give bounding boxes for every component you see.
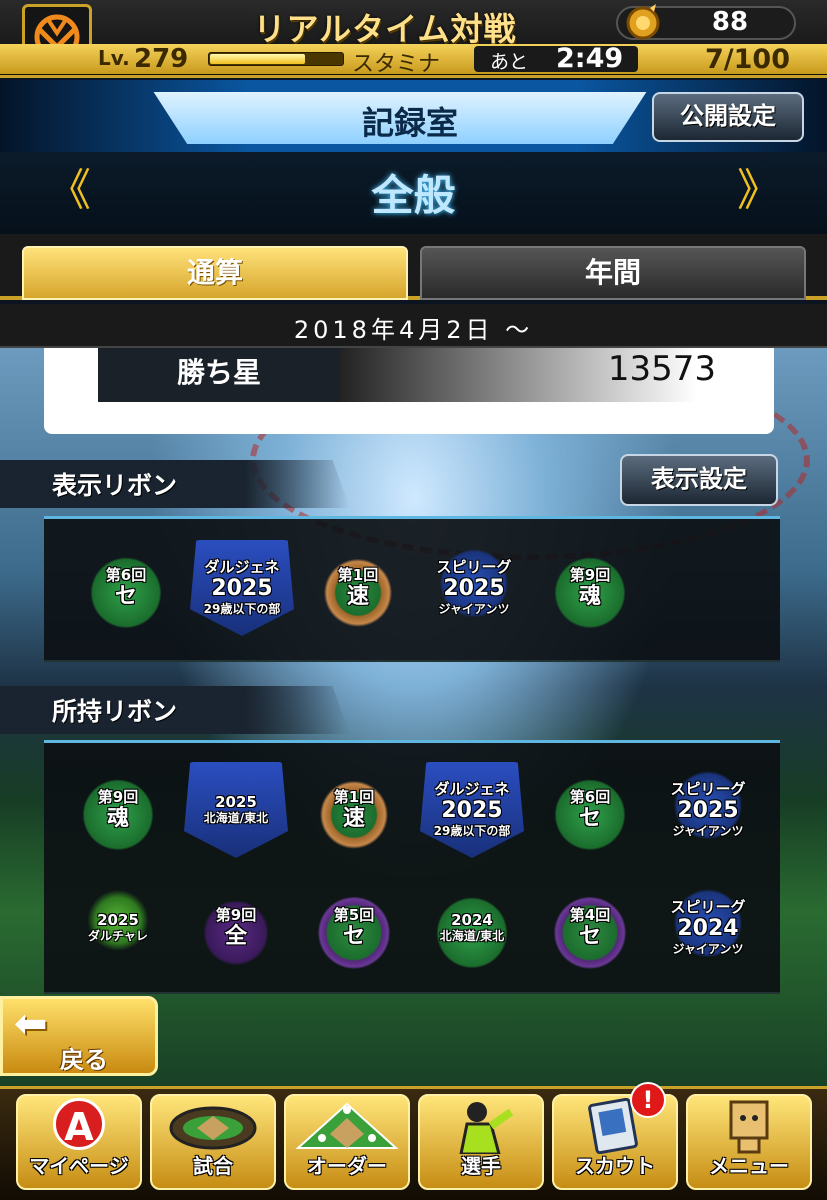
ribbon-text-l2: 魂 [106, 805, 129, 831]
ribbon-text-l2: 2025 [443, 576, 505, 601]
mypage-a-badge: A [53, 1098, 105, 1150]
ribbon-text-l2: 全 [224, 923, 247, 949]
ribbon-text-l1: 2025 [97, 911, 139, 929]
ribbon-badge[interactable]: スピリーグ 2024 ジャイアンツ [656, 880, 760, 976]
ribbon-text-l2: セ [578, 923, 601, 949]
nav-game-label: 試合 [193, 1154, 233, 1178]
wins-value: 13573 [607, 349, 716, 389]
category-prev-icon[interactable]: 《 [44, 166, 94, 218]
ribbon-badge[interactable]: 第1回速 [306, 540, 410, 636]
stamina-count: 7/100 [704, 44, 790, 75]
ribbon-text-l1: 2025 [215, 793, 257, 811]
owned-ribbons-title: 所持リボン [52, 697, 178, 726]
ribbon-text-l3: 北海道/東北 [439, 929, 505, 943]
ribbon-text-l1: 第9回 [97, 787, 139, 806]
ribbon-text-l2: 魂 [578, 583, 601, 609]
wins-label: 勝ち星 [176, 356, 261, 389]
tab-total[interactable]: 通算 [22, 246, 408, 300]
stadium-icon [150, 1098, 276, 1154]
stamina-fill [210, 54, 305, 64]
ribbon-text-l1: スピリーグ [670, 780, 746, 798]
ribbon-text-l1: 第1回 [333, 787, 375, 806]
back-label: 戻る [60, 1046, 108, 1074]
level-label: Lv. [98, 46, 130, 70]
ribbon-text-l3: 29歳以下の部 [203, 602, 281, 616]
ribbon-text-l3: ジャイアンツ [672, 942, 744, 956]
ribbon-text-l3: 29歳以下の部 [433, 824, 511, 838]
level-value: 279 [134, 44, 189, 74]
ribbon-badge[interactable]: 第1回速 [302, 762, 406, 858]
scout-alert-badge: ! [630, 1082, 666, 1118]
ribbon-badge[interactable]: スピリーグ 2025 ジャイアンツ [422, 540, 526, 636]
nav-order-label: オーダー [307, 1154, 387, 1178]
display-settings-button[interactable]: 表示設定 [620, 454, 778, 506]
diamond-field-icon [284, 1098, 410, 1154]
ribbon-badge[interactable]: 2024 北海道/東北 [420, 880, 524, 976]
ribbon-badge[interactable]: 第6回セ [538, 762, 642, 858]
ribbon-text-l2: 2025 [677, 798, 739, 823]
ribbon-text-l1: 第9回 [215, 905, 257, 924]
ribbon-text-l3: 北海道/東北 [203, 811, 269, 825]
mypage-icon: A [16, 1098, 142, 1154]
public-settings-button[interactable]: 公開設定 [652, 92, 804, 142]
nav-player-label: 選手 [461, 1154, 501, 1178]
ribbon-text-l1: 第4回 [569, 905, 611, 924]
recovery-time: 2:49 [556, 43, 624, 74]
ribbon-text-l1: スピリーグ [670, 898, 746, 916]
ribbon-text-l2: 2024 [677, 916, 739, 941]
ribbon-badge[interactable]: 第5回セ [302, 880, 406, 976]
ribbon-text-l3: ジャイアンツ [672, 824, 744, 838]
stamina-label: スタミナ [352, 52, 441, 77]
menu-box-character-icon [686, 1098, 812, 1154]
ribbon-badge[interactable]: 第9回魂 [66, 762, 170, 858]
nav-mypage-label: マイページ [29, 1154, 129, 1178]
player-icon [418, 1098, 544, 1156]
ribbon-text-l3: ダルチャレ [88, 929, 148, 943]
ribbon-text-l1: スピリーグ [436, 558, 512, 576]
display-ribbons-title: 表示リボン [52, 471, 178, 500]
ribbon-badge[interactable]: 第9回魂 [538, 540, 642, 636]
ribbon-text-l1: ダルジェネ [434, 780, 510, 798]
nav-scout-label: スカウト [575, 1154, 655, 1178]
ribbon-text-l2: 速 [346, 583, 369, 609]
category-label: 全般 [371, 171, 456, 220]
ribbon-text-l1: ダルジェネ [204, 558, 280, 576]
mode-title: リアルタイム対戦 [253, 10, 517, 48]
coin-count: 88 [711, 7, 749, 37]
ribbon-text-l2: セ [578, 805, 601, 831]
tab-yearly[interactable]: 年間 [420, 246, 806, 300]
ribbon-badge[interactable]: 第9回全 [184, 880, 288, 976]
nav-menu-label: メニュー [709, 1154, 789, 1178]
date-range: 2018年4月2日 ～ [293, 316, 534, 344]
ribbon-text-l1: 第1回 [337, 565, 379, 584]
page-title: 記録室 [361, 104, 458, 142]
ribbon-text-l1: 第6回 [569, 787, 611, 806]
ribbon-text-l1: 2024 [451, 911, 493, 929]
ribbon-text-l2: 速 [342, 805, 365, 831]
ribbon-text-l2: 2025 [211, 576, 273, 601]
ribbon-text-l2: セ [342, 923, 365, 949]
ribbon-text-l1: 第5回 [333, 905, 375, 924]
ribbon-text-l2: 2025 [441, 798, 503, 823]
ribbon-badge[interactable]: 第4回セ [538, 880, 642, 976]
recovery-label: あと [490, 51, 529, 73]
ribbon-badge[interactable]: 第6回セ [74, 540, 178, 636]
coin-icon [622, 2, 664, 44]
back-arrow-icon: ⬅ [14, 1001, 48, 1047]
ribbon-text-l2: セ [114, 583, 137, 609]
ribbon-text-l1: 第9回 [569, 565, 611, 584]
ribbon-badge[interactable]: 2025 ダルチャレ [66, 880, 170, 976]
ribbon-badge[interactable]: スピリーグ 2025 ジャイアンツ [656, 762, 760, 858]
ribbon-text-l1: 第6回 [105, 565, 147, 584]
ribbon-text-l3: ジャイアンツ [438, 602, 510, 616]
category-next-icon[interactable]: 》 [734, 166, 784, 218]
